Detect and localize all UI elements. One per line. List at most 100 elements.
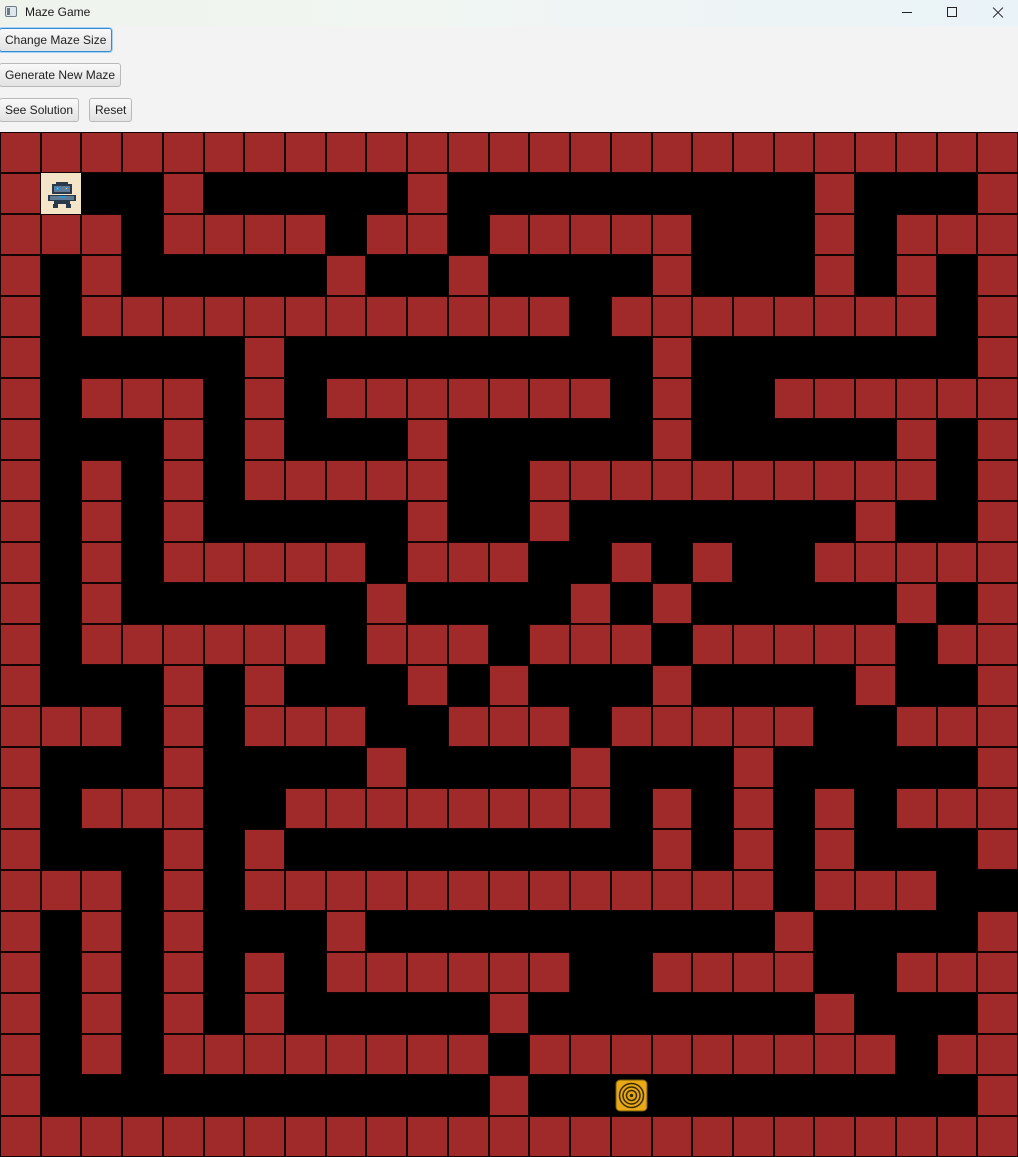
maze-wall-cell: [937, 1034, 977, 1075]
maze-wall-cell: [529, 952, 570, 993]
close-icon[interactable]: [975, 0, 1018, 26]
maze-wall-cell: [81, 255, 122, 296]
maze-wall-cell: [977, 173, 1018, 214]
maze-wall-cell: [692, 952, 733, 993]
maze-wall-cell: [733, 870, 774, 911]
change-maze-size-button[interactable]: Change Maze Size: [0, 28, 113, 52]
maze-wall-cell: [407, 173, 448, 214]
maze-wall-cell: [244, 624, 285, 665]
maze-wall-cell: [855, 460, 896, 501]
maze-wall-cell: [163, 501, 204, 542]
maze-wall-cell: [285, 870, 326, 911]
maze-wall-cell: [0, 1116, 41, 1157]
see-solution-button[interactable]: See Solution: [0, 98, 80, 122]
maze-wall-cell: [326, 460, 366, 501]
maze-wall-cell: [896, 542, 937, 583]
maze-wall-cell: [814, 173, 855, 214]
maze-wall-cell: [326, 542, 366, 583]
maze-wall-cell: [163, 542, 204, 583]
maze-wall-cell: [204, 296, 244, 337]
maze-wall-cell: [163, 788, 204, 829]
maze-wall-cell: [977, 1034, 1018, 1075]
maze-wall-cell: [529, 378, 570, 419]
maze-wall-cell: [81, 501, 122, 542]
minimize-icon[interactable]: [884, 0, 930, 26]
maze-wall-cell: [366, 747, 407, 788]
maze-wall-cell: [366, 378, 407, 419]
maze-wall-cell: [733, 706, 774, 747]
maze-wall-cell: [611, 706, 652, 747]
maze-wall-cell: [326, 255, 366, 296]
maze-wall-cell: [652, 665, 692, 706]
maze-wall-cell: [81, 788, 122, 829]
maze-wall-cell: [814, 296, 855, 337]
robot-icon: [48, 182, 76, 208]
maze-wall-cell: [855, 624, 896, 665]
maze-wall-cell: [285, 296, 326, 337]
maze-wall-cell: [692, 460, 733, 501]
maze-wall-cell: [489, 870, 529, 911]
maze-wall-cell: [977, 296, 1018, 337]
maze-wall-cell: [81, 706, 122, 747]
maze-wall-cell: [326, 296, 366, 337]
generate-new-maze-button[interactable]: Generate New Maze: [0, 63, 122, 87]
maze-wall-cell: [774, 911, 814, 952]
maze-wall-cell: [244, 214, 285, 255]
maze-wall-cell: [163, 1034, 204, 1075]
maze-wall-cell: [529, 624, 570, 665]
maze-wall-cell: [122, 1116, 163, 1157]
maze-wall-cell: [81, 542, 122, 583]
maze-wall-cell: [122, 378, 163, 419]
maze-wall-cell: [244, 706, 285, 747]
maze-wall-cell: [326, 706, 366, 747]
maze-wall-cell: [489, 993, 529, 1034]
maze-wall-cell: [81, 132, 122, 173]
maze-wall-cell: [163, 706, 204, 747]
maze-wall-cell: [163, 911, 204, 952]
maze-wall-cell: [652, 214, 692, 255]
maze-wall-cell: [529, 706, 570, 747]
maze-wall-cell: [692, 542, 733, 583]
maze-wall-cell: [855, 870, 896, 911]
maze-wall-cell: [163, 460, 204, 501]
maze-wall-cell: [489, 132, 529, 173]
maze-wall-cell: [0, 214, 41, 255]
maze-wall-cell: [652, 1034, 692, 1075]
maze-wall-cell: [652, 1116, 692, 1157]
maze-wall-cell: [489, 1116, 529, 1157]
maze-wall-cell: [326, 911, 366, 952]
toolbar: Change Maze Size Generate New Maze See S…: [0, 26, 1018, 132]
maze-wall-cell: [0, 296, 41, 337]
maze-wall-cell: [407, 1116, 448, 1157]
maze-wall-cell: [407, 952, 448, 993]
maze-wall-cell: [733, 296, 774, 337]
maze-wall-cell: [977, 788, 1018, 829]
maze-wall-cell: [0, 255, 41, 296]
maze-wall-cell: [448, 706, 489, 747]
maze-wall-cell: [448, 1034, 489, 1075]
maze-wall-cell: [407, 1034, 448, 1075]
maze-wall-cell: [733, 747, 774, 788]
maze-wall-cell: [896, 255, 937, 296]
maze-wall-cell: [814, 214, 855, 255]
maze-wall-cell: [204, 132, 244, 173]
maze-wall-cell: [81, 624, 122, 665]
maze-wall-cell: [0, 460, 41, 501]
maze-wall-cell: [122, 624, 163, 665]
maze-wall-cell: [937, 788, 977, 829]
maze-wall-cell: [896, 952, 937, 993]
reset-button[interactable]: Reset: [89, 98, 133, 122]
maze-wall-cell: [977, 255, 1018, 296]
maze-wall-cell: [977, 993, 1018, 1034]
maze-wall-cell: [163, 870, 204, 911]
maximize-icon[interactable]: [929, 0, 975, 26]
maze-wall-cell: [448, 255, 489, 296]
maze-wall-cell: [0, 706, 41, 747]
maze-wall-cell: [489, 706, 529, 747]
maze-board[interactable]: [0, 132, 1018, 1157]
maze-wall-cell: [489, 952, 529, 993]
maze-wall-cell: [774, 378, 814, 419]
maze-wall-cell: [855, 1116, 896, 1157]
maze-wall-cell: [0, 829, 41, 870]
maze-wall-cell: [81, 460, 122, 501]
